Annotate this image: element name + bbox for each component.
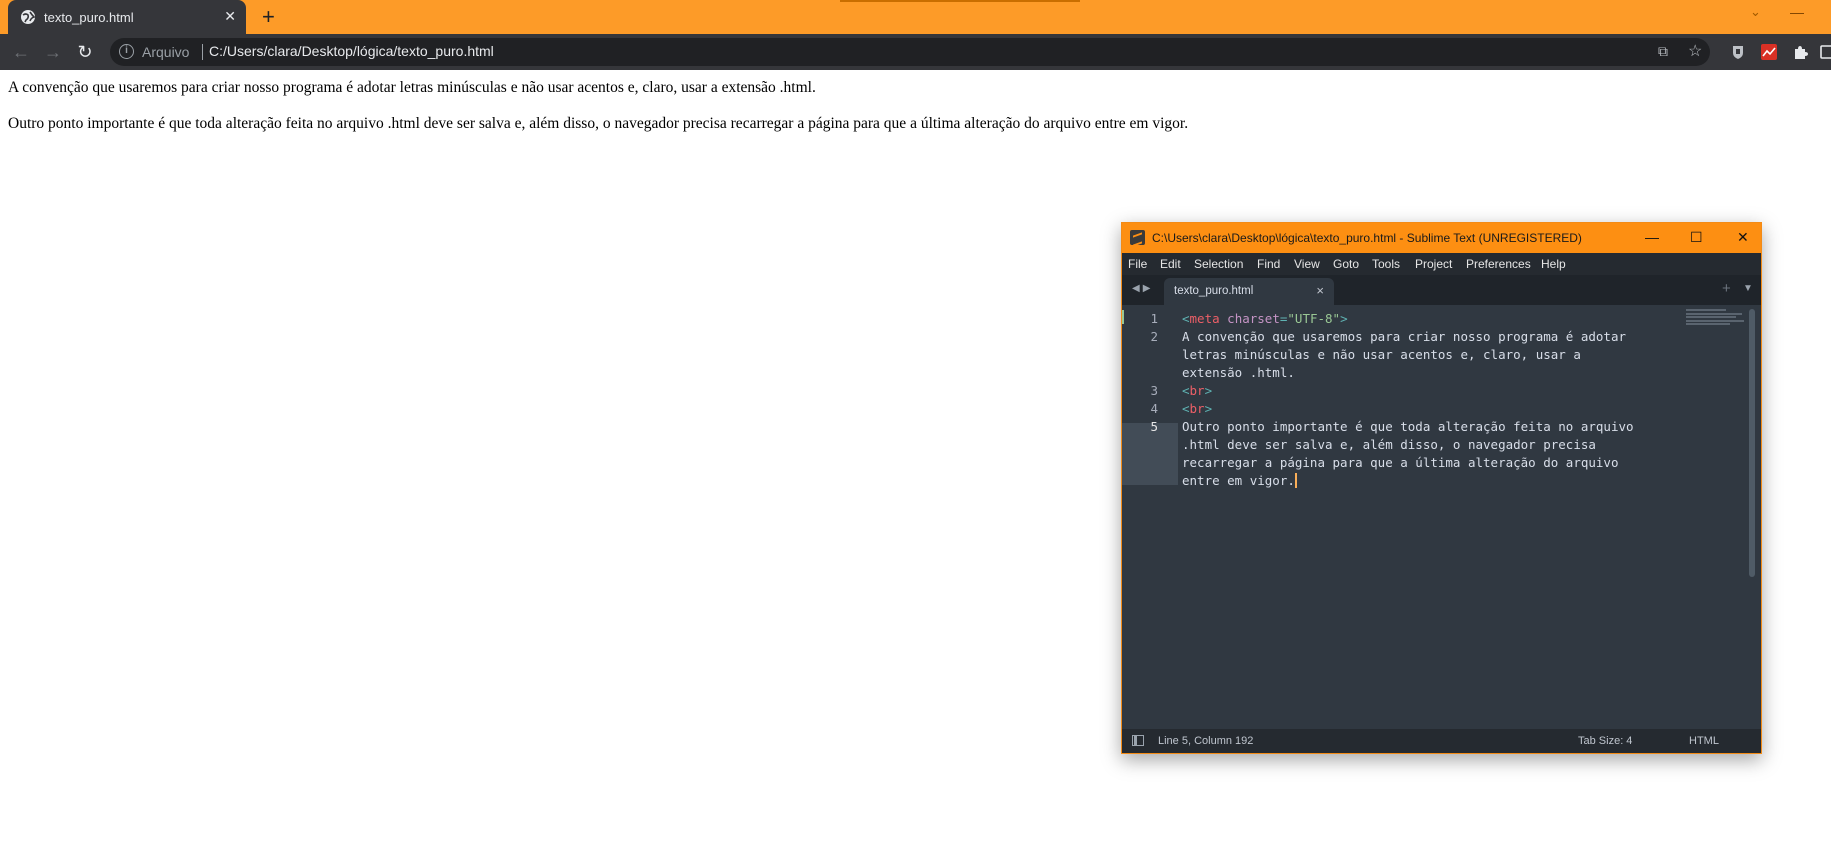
code-line-2c: extensão .html. xyxy=(1182,365,1295,380)
tab-list-dropdown-icon[interactable]: ▼ xyxy=(1743,283,1753,294)
menu-edit[interactable]: Edit xyxy=(1160,257,1181,271)
close-editor-tab-icon[interactable]: × xyxy=(1316,283,1324,298)
menu-find[interactable]: Find xyxy=(1257,257,1280,271)
close-window-icon[interactable]: ✕ xyxy=(1737,229,1749,246)
line-number: 4 xyxy=(1150,401,1158,416)
menu-file[interactable]: File xyxy=(1128,257,1147,271)
extensions-puzzle-icon[interactable] xyxy=(1792,44,1808,60)
address-divider xyxy=(202,44,203,60)
line-number: 5 xyxy=(1150,419,1158,434)
menu-goto[interactable]: Goto xyxy=(1333,257,1359,271)
editor-tab-name: texto_puro.html xyxy=(1174,285,1254,297)
editor-title-bar[interactable]: C:\Users\clara\Desktop\lógica\texto_puro… xyxy=(1122,223,1761,253)
address-scheme: Arquivo xyxy=(142,44,190,60)
side-panel-icon[interactable] xyxy=(1820,44,1831,60)
close-tab-icon[interactable]: ✕ xyxy=(224,8,236,24)
paragraph-2: Outro ponto importante é que toda altera… xyxy=(8,115,1189,132)
toggle-panel-icon[interactable] xyxy=(1132,735,1144,746)
address-url[interactable]: C:/Users/clara/Desktop/lógica/texto_puro… xyxy=(209,43,494,59)
cursor-position[interactable]: Line 5, Column 192 xyxy=(1158,735,1253,747)
minimize-icon[interactable]: — xyxy=(1645,229,1659,245)
code-line-1: <meta charset="UTF-8"> xyxy=(1182,311,1348,326)
code-line-2a: A convenção que usaremos para criar noss… xyxy=(1182,329,1627,344)
sublime-logo-icon xyxy=(1130,230,1145,245)
back-icon[interactable]: ← xyxy=(9,40,33,64)
menu-project[interactable]: Project xyxy=(1415,257,1452,271)
new-tab-button[interactable]: + xyxy=(262,4,275,30)
chart-extension-icon[interactable] xyxy=(1761,44,1777,60)
reload-icon[interactable]: ↻ xyxy=(73,40,97,64)
code-line-5a: Outro ponto importante é que toda altera… xyxy=(1182,419,1634,434)
text-cursor xyxy=(1294,473,1297,488)
menu-help[interactable]: Help xyxy=(1541,257,1566,271)
editor-menu-bar: File Edit Selection Find View Goto Tools… xyxy=(1122,253,1761,275)
code-line-2b: letras minúsculas e não usar acentos e, … xyxy=(1182,347,1581,362)
minimize-icon[interactable]: — xyxy=(1790,4,1804,20)
paragraph-1: A convenção que usaremos para criar noss… xyxy=(8,79,816,96)
editor-tab[interactable]: texto_puro.html × xyxy=(1164,278,1334,305)
new-tab-plus-icon[interactable]: + xyxy=(1722,280,1731,297)
bookmark-star-icon[interactable]: ☆ xyxy=(1688,41,1702,61)
menu-view[interactable]: View xyxy=(1294,257,1320,271)
menu-tools[interactable]: Tools xyxy=(1372,257,1400,271)
line-number: 1 xyxy=(1150,311,1158,326)
globe-icon xyxy=(21,10,36,24)
browser-tab-strip: texto_puro.html ✕ + ⌄ — xyxy=(0,0,1831,34)
tab-scroll-arrows-icon[interactable]: ◀▶ xyxy=(1132,283,1153,294)
minimap[interactable] xyxy=(1686,309,1746,331)
vertical-scrollbar[interactable] xyxy=(1749,309,1755,577)
line-number: 2 xyxy=(1150,329,1158,344)
editor-tab-bar: ◀▶ texto_puro.html × + ▼ xyxy=(1122,275,1761,305)
code-line-5b: .html deve ser salva e, além disso, o na… xyxy=(1182,437,1596,452)
tab-size[interactable]: Tab Size: 4 xyxy=(1578,735,1632,747)
editor-status-bar: Line 5, Column 192 Tab Size: 4 HTML xyxy=(1122,729,1761,753)
line-number: 3 xyxy=(1150,383,1158,398)
menu-preferences[interactable]: Preferences xyxy=(1466,257,1531,271)
share-icon[interactable]: ⧉ xyxy=(1658,43,1668,60)
tab-search-icon[interactable]: ⌄ xyxy=(1750,4,1761,20)
code-line-5c: recarregar a página para que a última al… xyxy=(1182,455,1619,470)
syntax-mode[interactable]: HTML xyxy=(1689,735,1719,747)
maximize-icon[interactable]: ☐ xyxy=(1690,229,1703,246)
menu-selection[interactable]: Selection xyxy=(1194,257,1243,271)
sublime-text-window: C:\Users\clara\Desktop\lógica\texto_puro… xyxy=(1121,222,1762,754)
editor-window-title: C:\Users\clara\Desktop\lógica\texto_puro… xyxy=(1152,231,1582,245)
address-bar[interactable]: i Arquivo C:/Users/clara/Desktop/lógica/… xyxy=(110,38,1710,66)
forward-icon[interactable]: → xyxy=(41,40,65,64)
browser-toolbar: ← → ↻ i Arquivo C:/Users/clara/Desktop/l… xyxy=(0,34,1831,70)
browser-tab[interactable]: texto_puro.html ✕ xyxy=(8,0,246,34)
title-bar-accent xyxy=(840,0,1080,2)
code-line-4: <br> xyxy=(1182,401,1213,416)
browser-tab-title: texto_puro.html xyxy=(44,10,134,25)
code-line-5d: entre em vigor. xyxy=(1182,473,1297,488)
line-number-gutter: 1 2 3 4 5 xyxy=(1122,305,1178,655)
shield-extension-icon[interactable] xyxy=(1730,44,1746,60)
code-line-3: <br> xyxy=(1182,383,1213,398)
site-info-icon[interactable]: i xyxy=(119,44,134,59)
